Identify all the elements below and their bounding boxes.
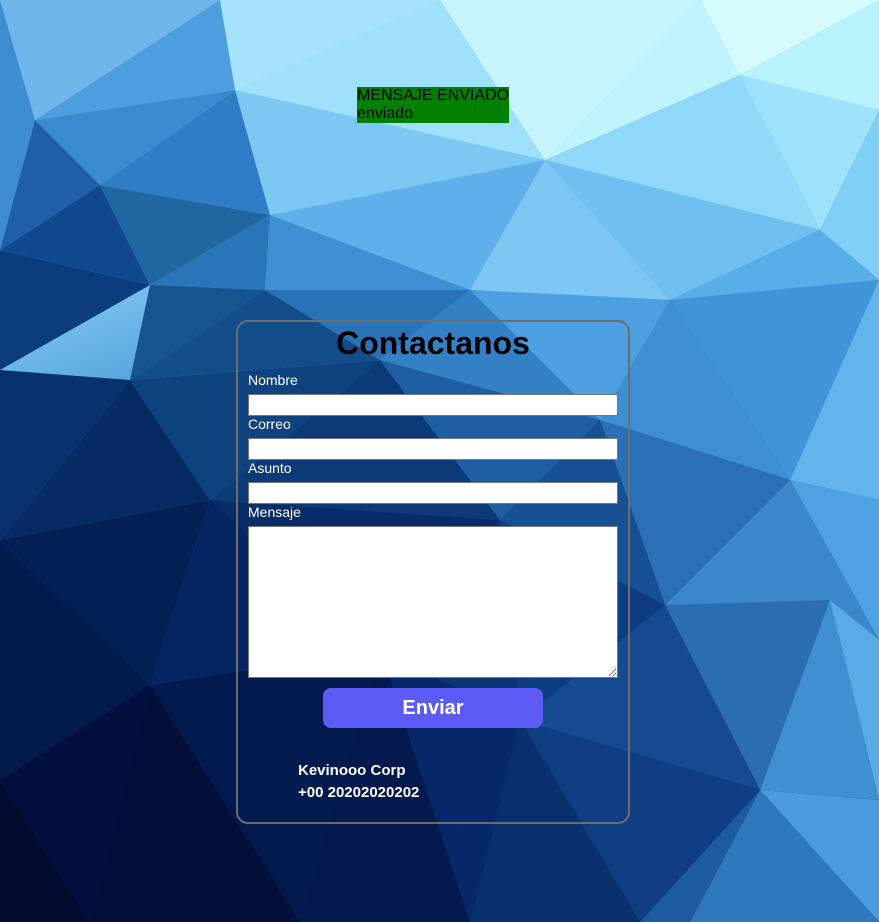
send-button[interactable]: Enviar	[323, 688, 543, 728]
correo-label: Correo	[248, 416, 291, 432]
contact-form: Contactanos Nombre Correo Asunto Mensaje…	[236, 320, 630, 824]
company-phone: +00 20202020202	[298, 784, 420, 801]
alert-message: MENSAJE ENVIADO	[357, 87, 510, 104]
success-alert: MENSAJE ENVIADO enviado	[357, 87, 509, 123]
nombre-input[interactable]	[248, 394, 618, 416]
asunto-label: Asunto	[248, 460, 292, 476]
nombre-label: Nombre	[248, 372, 298, 388]
company-name: Kevinooo Corp	[298, 762, 406, 779]
correo-input[interactable]	[248, 438, 618, 460]
mensaje-label: Mensaje	[248, 504, 301, 520]
form-title: Contactanos	[336, 325, 530, 361]
mensaje-textarea[interactable]	[248, 526, 618, 678]
asunto-input[interactable]	[248, 482, 618, 504]
alert-detail: enviado	[357, 105, 414, 122]
